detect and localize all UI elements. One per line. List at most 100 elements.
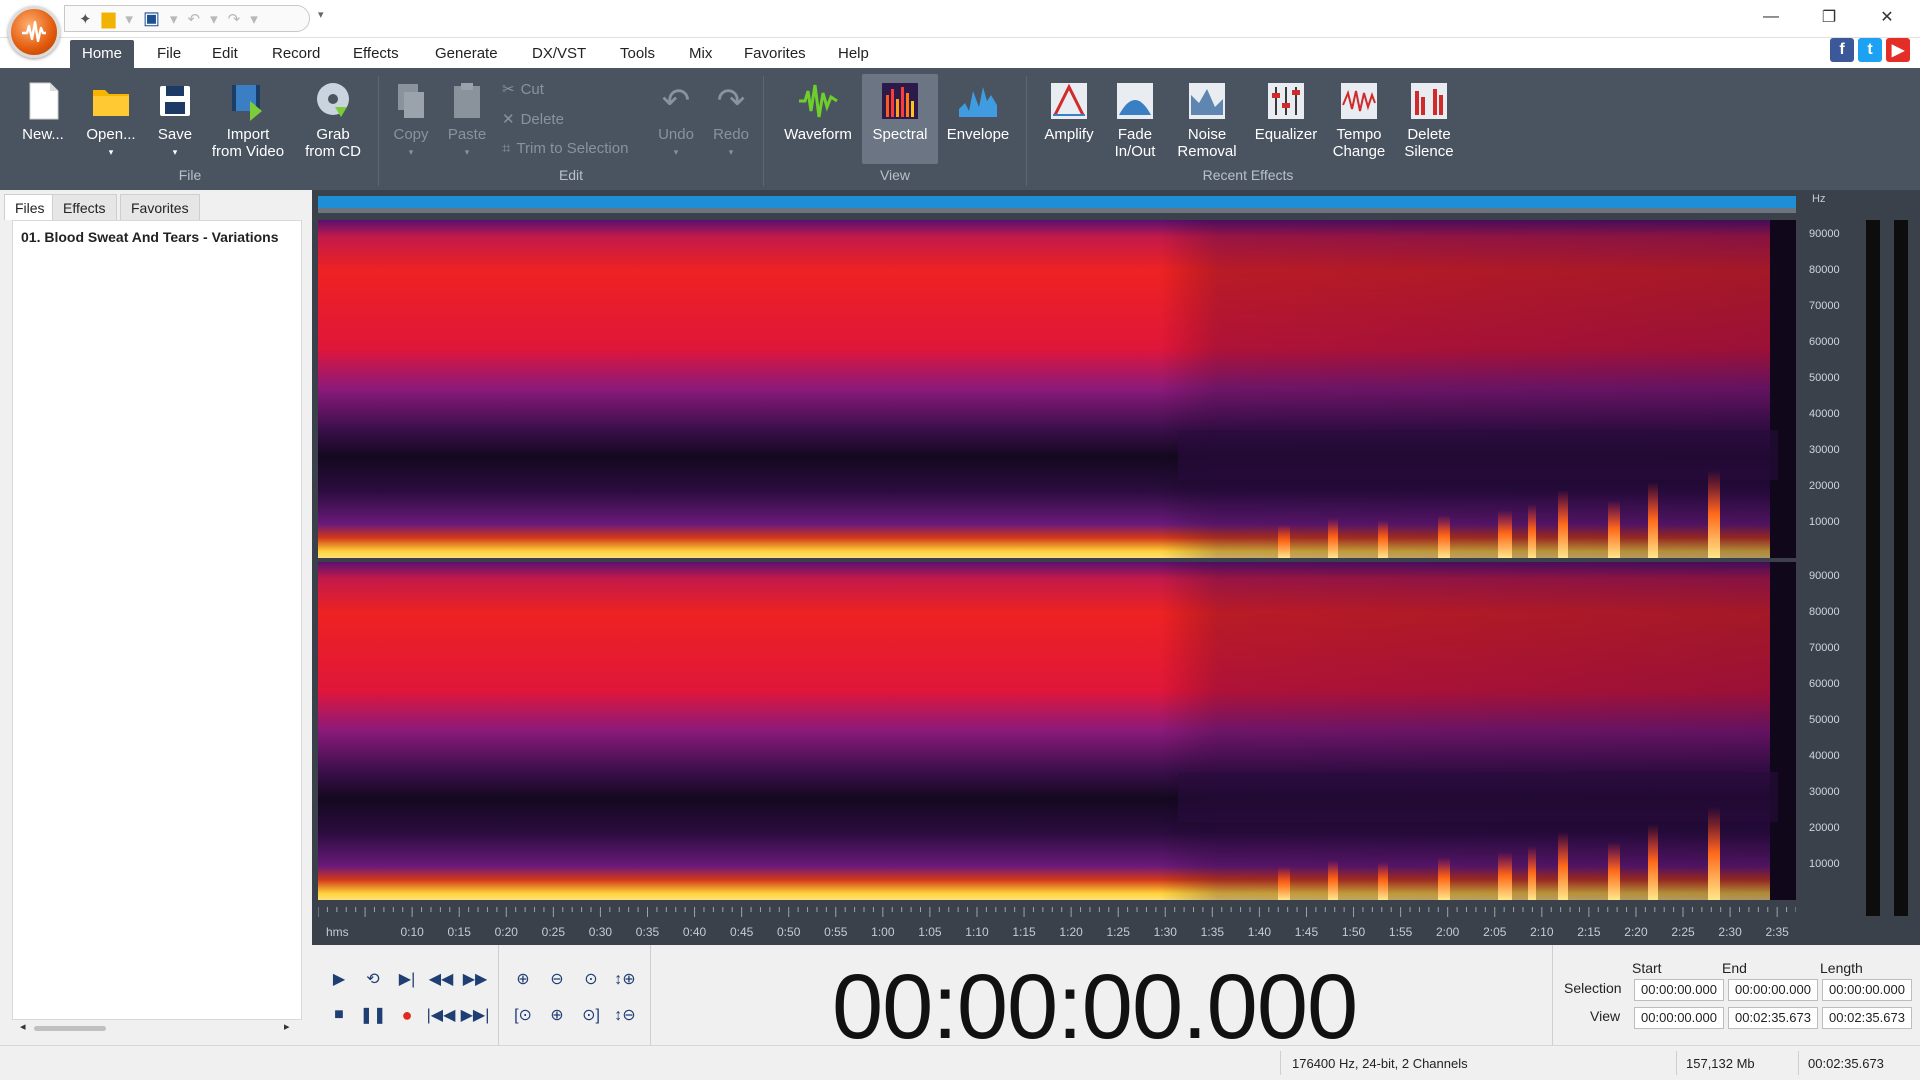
selection-end-field[interactable]: 00:00:00.000 [1728, 979, 1818, 1001]
minimize-button[interactable]: — [1742, 0, 1800, 34]
facebook-icon[interactable]: f [1830, 38, 1854, 62]
zoom-view-button[interactable]: ⊙] [576, 1001, 606, 1029]
redo-icon[interactable]: ↷ [228, 10, 241, 28]
tab-mix[interactable]: Mix [677, 40, 724, 68]
view-length-field[interactable]: 00:02:35.673 [1822, 1007, 1912, 1029]
zoom-in-alt-button[interactable]: ⊕ [542, 1001, 572, 1029]
undo-icon[interactable]: ↶ [188, 10, 201, 28]
dropdown-icon[interactable]: ▾ [170, 10, 178, 28]
zoom-vertical-out-icon: ↕⊖ [614, 1007, 636, 1024]
rewind-button[interactable]: ◀◀ [426, 965, 456, 993]
dropdown-icon[interactable]: ▾ [250, 10, 258, 28]
tab-dxvst[interactable]: DX/VST [520, 40, 598, 68]
play-to-end-icon: ▶| [398, 971, 416, 988]
selection-length-field[interactable]: 00:00:00.000 [1822, 979, 1912, 1001]
amplify-button[interactable]: Amplify [1034, 80, 1104, 143]
tab-record[interactable]: Record [260, 40, 332, 68]
go-to-start-icon: |◀◀ [426, 1007, 456, 1024]
new-button[interactable]: New... [8, 80, 78, 143]
youtube-icon[interactable]: ▶ [1886, 38, 1910, 62]
menu-bar: Home File Edit Record Effects Generate D… [0, 38, 1920, 68]
view-start-field[interactable]: 00:00:00.000 [1634, 1007, 1724, 1029]
tab-help[interactable]: Help [826, 40, 881, 68]
loop-button[interactable]: ⟲ [358, 965, 388, 993]
channel-right[interactable] [318, 562, 1796, 900]
pause-button[interactable]: ❚❚ [358, 1001, 388, 1029]
time-tick-label: 0:35 [635, 925, 660, 939]
tempo-change-button[interactable]: Tempo Change [1324, 80, 1394, 160]
zoom-selection-button[interactable]: [⊙ [508, 1001, 538, 1029]
equalizer-button[interactable]: Equalizer [1248, 80, 1324, 143]
customize-toolbar-icon[interactable]: ▾ [318, 8, 324, 21]
delete-button[interactable]: ✕ Delete [502, 110, 564, 129]
col-length-label: Length [1820, 960, 1863, 976]
zoom-vertical-in-button[interactable]: ↕⊕ [610, 965, 640, 993]
file-item[interactable]: 01. Blood Sweat And Tears - Variations [21, 229, 299, 245]
import-from-video-button[interactable]: Import from Video [208, 80, 288, 160]
fast-forward-button[interactable]: ▶▶ [460, 965, 490, 993]
zoom-in-button[interactable]: ⊕ [508, 965, 538, 993]
delete-silence-button[interactable]: Delete Silence [1394, 80, 1464, 160]
go-to-start-button[interactable]: |◀◀ [426, 1001, 456, 1029]
zoom-out-button[interactable]: ⊖ [542, 965, 572, 993]
fade-in-out-button[interactable]: Fade In/Out [1100, 80, 1170, 160]
hz-tick-label: 80000 [1809, 606, 1840, 618]
scroll-left-icon[interactable]: ◂ [20, 1020, 26, 1033]
selection-start-field[interactable]: 00:00:00.000 [1634, 979, 1724, 1001]
tab-generate[interactable]: Generate [423, 40, 510, 68]
waveform-icon [797, 80, 839, 122]
stop-button[interactable]: ■ [324, 1001, 354, 1029]
panel-tab-favorites[interactable]: Favorites [120, 194, 200, 220]
scroll-right-icon[interactable]: ▸ [284, 1020, 290, 1033]
tab-edit[interactable]: Edit [200, 40, 250, 68]
restore-button[interactable]: ❐ [1800, 0, 1858, 34]
app-logo-icon[interactable] [8, 6, 60, 58]
record-icon: ● [401, 1004, 413, 1025]
record-button[interactable]: ● [392, 1001, 422, 1029]
noise-removal-button[interactable]: Noise Removal [1172, 80, 1242, 160]
time-tick-label: 1:35 [1200, 925, 1225, 939]
overview-bar[interactable] [318, 196, 1796, 208]
paste-button[interactable]: Paste ▾ [432, 80, 502, 161]
tab-favorites[interactable]: Favorites [732, 40, 818, 68]
tab-effects[interactable]: Effects [341, 40, 411, 68]
open-button[interactable]: Open... ▾ [76, 80, 146, 161]
cut-button[interactable]: ✂ Cut [502, 80, 544, 99]
waveform-view-button[interactable]: Waveform [780, 80, 856, 143]
panel-tab-effects[interactable]: Effects [52, 194, 117, 220]
file-list: 01. Blood Sweat And Tears - Variations [12, 220, 302, 1020]
envelope-view-button[interactable]: Envelope [940, 80, 1016, 143]
new-file-icon[interactable]: ✦ [79, 10, 92, 28]
spectral-editor[interactable]: Hz hms 0:10 0:15 0:20 0:25 0:30 0:35 0:40 0:45 0… [312, 190, 1920, 945]
dropdown-icon[interactable]: ▾ [125, 10, 133, 28]
tab-file[interactable]: File [145, 40, 193, 68]
scroll-thumb[interactable] [34, 1026, 106, 1031]
close-button[interactable]: ✕ [1858, 0, 1916, 34]
panel-tab-files[interactable]: Files [4, 194, 56, 220]
horizontal-scrollbar[interactable]: ◂ ▸ [16, 1020, 296, 1036]
tab-tools[interactable]: Tools [608, 40, 667, 68]
play-to-end-button[interactable]: ▶| [392, 965, 422, 993]
play-button[interactable]: ▶ [324, 965, 354, 993]
zoom-vertical-out-button[interactable]: ↕⊖ [610, 1001, 640, 1029]
group-separator [1026, 76, 1027, 186]
view-end-field[interactable]: 00:02:35.673 [1728, 1007, 1818, 1029]
twitter-icon[interactable]: t [1858, 38, 1882, 62]
open-folder-icon[interactable]: ▆ [102, 8, 116, 29]
grab-from-cd-button[interactable]: Grab from CD [298, 80, 368, 160]
spectral-view-button[interactable]: Spectral [862, 74, 938, 164]
redo-button[interactable]: ↷ Redo ▾ [696, 80, 766, 161]
channel-left[interactable] [318, 220, 1796, 558]
zoom-full-button[interactable]: ⊙ [576, 965, 606, 993]
trim-to-selection-button[interactable]: ⌗ Trim to Selection [502, 140, 628, 157]
hz-tick-label: 30000 [1809, 444, 1840, 456]
delsil-label-2: Silence [1404, 143, 1454, 160]
scissors-icon: ✂ [502, 81, 515, 98]
save-icon[interactable]: ▣ [143, 8, 160, 29]
save-button[interactable]: Save ▾ [140, 80, 210, 161]
time-ruler[interactable]: hms 0:10 0:15 0:20 0:25 0:30 0:35 0:40 0:45 0:50… [318, 907, 1796, 945]
go-to-end-button[interactable]: ▶▶| [460, 1001, 490, 1029]
dropdown-icon[interactable]: ▾ [210, 10, 218, 28]
tab-home[interactable]: Home [70, 40, 135, 68]
time-tick-label: 0:25 [541, 925, 566, 939]
